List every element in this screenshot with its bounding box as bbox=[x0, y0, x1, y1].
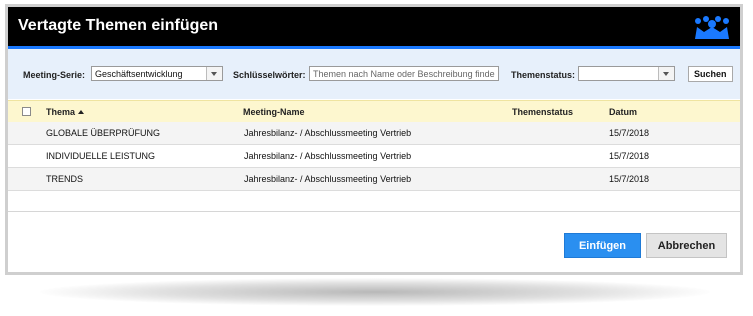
topic-status-label: Themenstatus: bbox=[511, 70, 576, 80]
meeting-series-label: Meeting-Serie: bbox=[23, 70, 86, 80]
row-date: 15/7/2018 bbox=[609, 151, 650, 161]
keywords-label: Schlüsselwörter: bbox=[233, 70, 306, 80]
topic-status-select[interactable] bbox=[578, 66, 675, 81]
insert-button[interactable]: Einfügen bbox=[564, 233, 641, 258]
chevron-down-icon[interactable] bbox=[206, 67, 222, 80]
dialog-shadow bbox=[40, 278, 710, 306]
sort-ascending-icon bbox=[78, 110, 85, 114]
column-header-topic-label: Thema bbox=[46, 107, 76, 117]
dialog-title: Vertagte Themen einfügen bbox=[18, 17, 219, 34]
footer-divider bbox=[8, 211, 740, 212]
row-meeting: Jahresbilanz- / Abschlussmeeting Vertrie… bbox=[244, 151, 412, 161]
insert-deferred-topics-dialog: Vertagte Themen einfügen Meeting-Serie: … bbox=[5, 4, 743, 275]
column-header-meeting[interactable]: Meeting-Name bbox=[243, 107, 305, 117]
row-topic: INDIVIDUELLE LEISTUNG bbox=[46, 151, 156, 161]
crown-people-logo-icon bbox=[692, 15, 732, 46]
dialog-body: Vertagte Themen einfügen Meeting-Serie: … bbox=[8, 7, 740, 272]
row-topic: TRENDS bbox=[46, 174, 84, 184]
row-topic: GLOBALE ÜBERPRÜFUNG bbox=[46, 128, 161, 138]
meeting-series-select[interactable]: Geschäftsentwicklung bbox=[91, 66, 223, 81]
table-row[interactable]: INDIVIDUELLE LEISTUNG Jahresbilanz- / Ab… bbox=[8, 145, 740, 168]
table-row[interactable]: GLOBALE ÜBERPRÜFUNG Jahresbilanz- / Absc… bbox=[8, 122, 740, 145]
chevron-down-icon[interactable] bbox=[658, 67, 674, 80]
keywords-input[interactable] bbox=[309, 66, 499, 81]
dialog-titlebar: Vertagte Themen einfügen bbox=[8, 7, 740, 49]
meeting-series-value: Geschäftsentwicklung bbox=[95, 69, 183, 79]
select-all-checkbox[interactable] bbox=[22, 107, 31, 116]
cancel-button[interactable]: Abbrechen bbox=[646, 233, 727, 258]
table-row[interactable]: TRENDS Jahresbilanz- / Abschlussmeeting … bbox=[8, 168, 740, 191]
table-header: Thema Meeting-Name Themenstatus Datum bbox=[8, 100, 740, 123]
row-meeting: Jahresbilanz- / Abschlussmeeting Vertrie… bbox=[244, 128, 412, 138]
column-header-topic[interactable]: Thema bbox=[46, 107, 85, 117]
row-date: 15/7/2018 bbox=[609, 128, 650, 138]
filter-bar: Meeting-Serie: Geschäftsentwicklung Schl… bbox=[8, 49, 740, 99]
column-header-status[interactable]: Themenstatus bbox=[512, 107, 573, 117]
row-date: 15/7/2018 bbox=[609, 174, 650, 184]
search-button[interactable]: Suchen bbox=[688, 66, 733, 82]
column-header-date[interactable]: Datum bbox=[609, 107, 637, 117]
row-meeting: Jahresbilanz- / Abschlussmeeting Vertrie… bbox=[244, 174, 412, 184]
